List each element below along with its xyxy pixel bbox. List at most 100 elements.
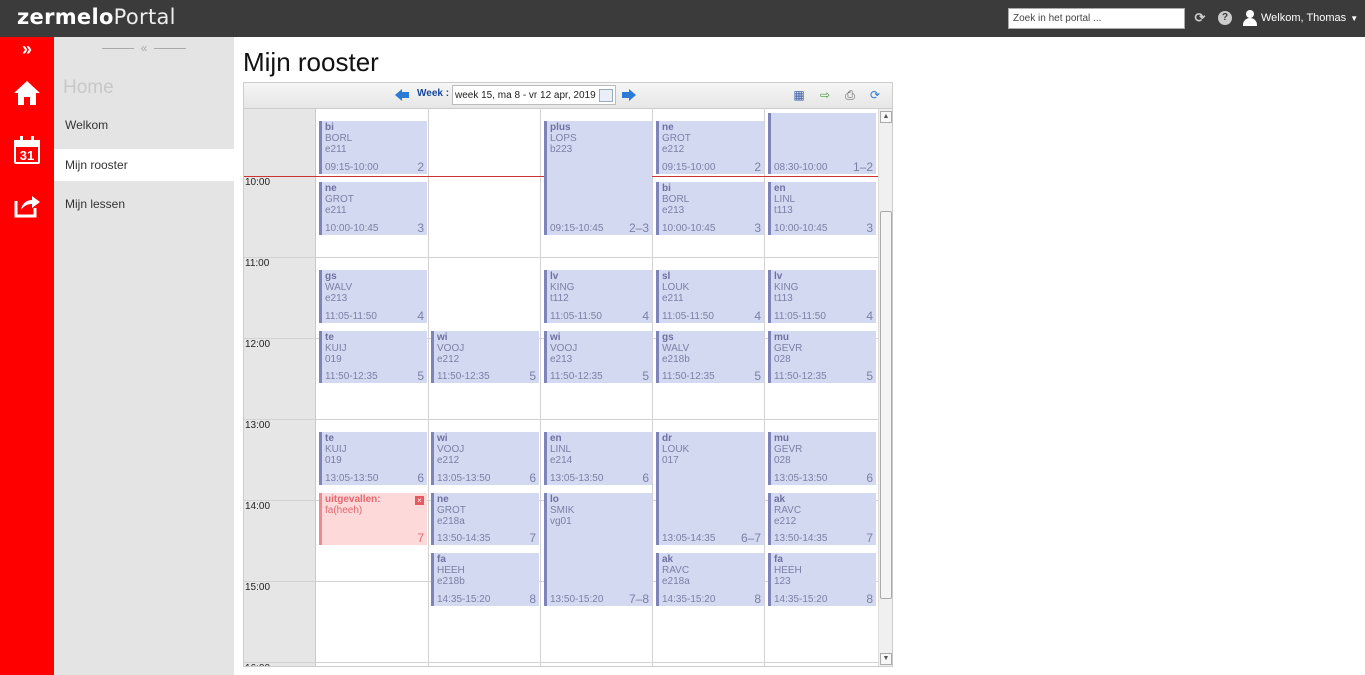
lesson-period: 6 [417,470,424,485]
chevron-down-icon: ▼ [1350,14,1359,23]
lesson-room: e211 [662,292,684,304]
lesson-room: e218b [437,576,465,588]
lesson-period: 2–3 [628,220,649,235]
next-week-icon[interactable] [622,89,636,101]
refresh-icon[interactable]: ⟳ [1193,11,1207,25]
help-icon[interactable]: ? [1218,11,1232,25]
close-icon[interactable]: × [415,495,424,505]
lesson-block[interactable]: ak RAVC e212 13:50-14:35 7 [768,492,876,546]
lesson-block[interactable]: plus LOPS b223 09:15-10:45 2–3 [544,121,652,235]
lesson-block[interactable]: wi VOOJ e213 11:50-12:35 5 [544,330,652,384]
lesson-teacher: GROT [325,194,354,205]
lesson-time: 11:05-11:50 [662,310,714,322]
hour-label: 12:00 [245,339,271,350]
lesson-block[interactable]: mu GEVR 028 11:50-12:35 5 [768,330,876,384]
lesson-period: 7 [866,531,873,546]
expand-menu-icon[interactable]: » [0,39,54,60]
share-icon[interactable] [0,191,54,224]
lesson-subject: gs [325,270,337,282]
schedule-calendar: Week : ▦ ⇨ ⎙ ⟳ 10:00 11:00 12:00 13:00 14:00… [243,82,893,667]
lesson-time: 13:05-13:50 [325,472,379,484]
scroll-down-button[interactable]: ▼ [880,653,892,665]
lesson-room: e218a [662,576,690,588]
previous-week-icon[interactable] [395,89,409,101]
lesson-period: 4 [754,308,761,323]
date-picker-icon[interactable] [599,89,613,102]
lesson-teacher: HEEH [437,565,465,577]
lesson-block[interactable]: fa HEEH 123 14:35-15:20 8 [768,553,876,606]
sidebar-item-mijn-lessen[interactable]: Mijn lessen [54,188,234,220]
lesson-teacher: LOPS [550,133,577,145]
print-icon[interactable]: ⎙ [842,88,858,103]
lesson-subject: bi [662,183,671,194]
lesson-block[interactable]: lv KING t113 11:05-11:50 4 [768,269,876,323]
lesson-block[interactable]: sl LOUK e211 11:05-11:50 4 [656,269,764,323]
sidebar-item-mijn-rooster[interactable]: Mijn rooster [54,149,234,181]
hour-label: 16:00 [245,663,270,666]
hour-gridline [244,662,878,663]
lesson-teacher: KING [550,281,575,293]
day-column-divider [652,109,653,666]
lesson-block[interactable]: bi BORL e211 09:15-10:00 2 [319,121,427,174]
page-title: Mijn rooster [243,47,379,77]
vertical-scrollbar[interactable]: ▲ ▼ [878,109,892,666]
lesson-subject: lv [774,270,783,282]
lesson-period: 3 [754,220,761,235]
lesson-block[interactable]: en LINL e214 13:05-13:50 6 [544,431,652,485]
lesson-time: 08:30-10:00 [774,162,828,173]
lesson-block[interactable]: 08:30-10:00 1–2 [768,113,876,174]
lesson-block[interactable]: mu GEVR 028 13:05-13:50 6 [768,431,876,485]
lesson-room: e213 [325,292,348,304]
week-selector-input[interactable] [452,85,616,105]
schedule-view-icon[interactable]: ▦ [791,88,807,103]
export-icon[interactable]: ⇨ [817,88,833,103]
lesson-block[interactable]: ne GROT e211 10:00-10:45 3 [319,182,427,235]
lesson-block[interactable]: ak RAVC e218a 14:35-15:20 8 [656,553,764,606]
lesson-block[interactable]: te KUIJ 019 11:50-12:35 5 [319,330,427,384]
cancelled-lesson-block[interactable]: uitgevallen: fa(heeh) 7 × [319,492,427,546]
lesson-block[interactable]: te KUIJ 019 13:05-13:50 6 [319,431,427,485]
lesson-room: e212 [662,144,685,156]
hour-gridline [244,257,878,258]
scroll-up-button[interactable]: ▲ [880,111,892,123]
lesson-teacher: LOUK [662,443,690,455]
lesson-block[interactable]: ne GROT e212 09:15-10:00 2 [656,121,764,174]
collapse-sidebar-button[interactable]: « [102,42,186,54]
lesson-block[interactable]: en LINL t113 10:00-10:45 3 [768,182,876,235]
lesson-block[interactable]: wi VOOJ e212 11:50-12:35 5 [431,330,539,384]
sidebar-item-welkom[interactable]: Welkom [54,109,234,141]
lesson-block[interactable]: gs WALV e213 11:05-11:50 4 [319,269,427,323]
lesson-block[interactable]: lv KING t112 11:05-11:50 4 [544,269,652,323]
lesson-subject: en [774,183,786,194]
calendar-icon[interactable]: 31 [0,135,54,170]
lesson-block[interactable]: ne GROT e218a 13:50-14:35 7 [431,492,539,546]
lesson-block[interactable]: gs WALV e218b 11:50-12:35 5 [656,330,764,384]
lesson-block[interactable]: fa HEEH e218b 14:35-15:20 8 [431,553,539,606]
scroll-thumb[interactable] [880,211,892,599]
lesson-period: 7–8 [628,592,649,606]
lesson-period: 5 [417,369,424,384]
lesson-block[interactable]: lo SMIK vg01 13:50-15:20 7–8 [544,492,652,606]
top-bar: zermeloPortal ⟳ ? Welkom, Thomas▼ [0,0,1365,37]
lesson-room: 019 [325,454,342,466]
lesson-block[interactable]: bi BORL e213 10:00-10:45 3 [656,182,764,235]
home-icon[interactable] [0,79,54,112]
lesson-subject: fa [774,554,783,566]
refresh-schedule-icon[interactable]: ⟳ [867,88,883,103]
lesson-period: 8 [529,592,536,606]
lesson-time: 09:15-10:45 [550,222,604,234]
lesson-teacher: RAVC [662,565,690,577]
lesson-teacher: SMIK [550,504,575,516]
lesson-block[interactable]: dr LOUK 017 13:05-14:35 6–7 [656,431,764,546]
lesson-room: 019 [325,353,342,365]
lesson-time: 10:00-10:45 [325,222,379,234]
lesson-period: 3 [866,220,873,235]
portal-search-input[interactable] [1008,8,1185,29]
day-column-divider [428,109,429,666]
lesson-time: 10:00-10:45 [662,222,716,234]
lesson-room: t113 [774,292,793,304]
user-menu[interactable]: Welkom, Thomas ▼ [1243,9,1358,28]
lesson-subject: ne [662,122,674,134]
lesson-block[interactable]: wi VOOJ e212 13:05-13:50 6 [431,431,539,485]
zermelo-portal-logo[interactable]: zermeloPortal [17,5,176,29]
